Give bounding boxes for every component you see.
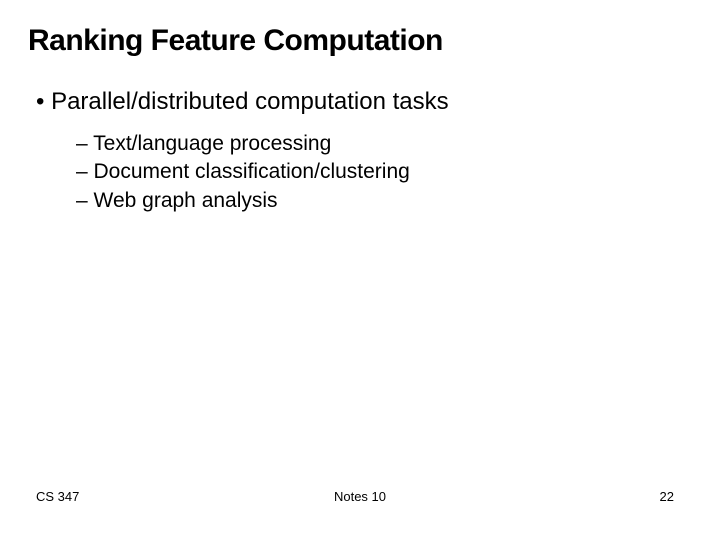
footer-left: CS 347 [36, 489, 79, 504]
slide-title: Ranking Feature Computation [28, 24, 692, 58]
bullet-level2-item: – Text/language processing [76, 130, 692, 158]
bullet-level2-item: – Web graph analysis [76, 187, 692, 215]
footer-center: Notes 10 [334, 489, 386, 504]
bullet-level1: • Parallel/distributed computation tasks [36, 88, 692, 116]
bullet-level2-item: – Document classification/clustering [76, 158, 692, 186]
slide-footer: CS 347 Notes 10 22 [0, 489, 720, 504]
footer-right: 22 [660, 489, 674, 504]
